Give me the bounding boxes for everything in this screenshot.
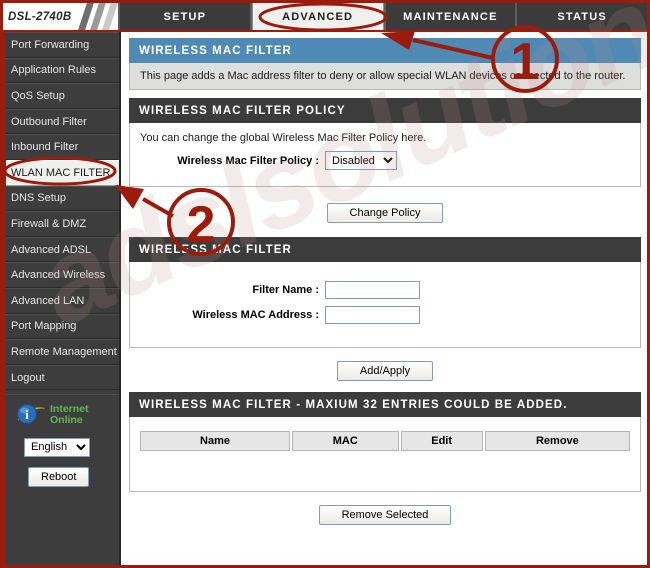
connection-status-row: i Internet Online — [6, 401, 119, 429]
main-content: WIRELESS MAC FILTER This page adds a Mac… — [123, 34, 647, 565]
filter-name-input[interactable] — [325, 281, 420, 299]
sidebar-item-port-forwarding[interactable]: Port Forwarding — [6, 32, 119, 58]
sidebar-item-remote-management[interactable]: Remote Management — [6, 339, 119, 365]
column-header-remove: Remove — [485, 431, 630, 451]
column-header-edit: Edit — [401, 431, 483, 451]
sidebar-item-outbound-filter[interactable]: Outbound Filter — [6, 109, 119, 135]
sidebar-item-application-rules[interactable]: Application Rules — [6, 58, 119, 84]
list-panel-body: Name MAC Edit Remove — [129, 417, 641, 492]
mac-address-label: Wireless MAC Address : — [140, 309, 325, 321]
sidebar-item-port-mapping[interactable]: Port Mapping — [6, 314, 119, 340]
sidebar-item-advanced-lan[interactable]: Advanced LAN — [6, 288, 119, 314]
reboot-button[interactable]: Reboot — [28, 467, 89, 487]
add-apply-button[interactable]: Add/Apply — [337, 361, 433, 381]
mac-address-row: Wireless MAC Address : — [140, 306, 630, 324]
sidebar-item-firewall-dmz[interactable]: Firewall & DMZ — [6, 211, 119, 237]
policy-field-label: Wireless Mac Filter Policy : — [140, 155, 325, 167]
sidebar-item-inbound-filter[interactable]: Inbound Filter — [6, 134, 119, 160]
language-select[interactable]: English — [24, 438, 90, 457]
brand-logo: DSL-2740B — [3, 3, 118, 30]
policy-panel-body: You can change the global Wireless Mac F… — [129, 123, 641, 187]
policy-form-row: Wireless Mac Filter Policy : Disabled — [140, 151, 630, 170]
tab-maintenance[interactable]: MAINTENANCE — [386, 3, 516, 30]
policy-select[interactable]: Disabled — [325, 151, 397, 170]
add-apply-button-row: Add/Apply — [129, 348, 641, 392]
router-admin-page: DSL-2740B SETUP ADVANCED MAINTENANCE STA… — [0, 0, 650, 568]
connection-status-line2: Online — [50, 415, 89, 427]
list-panel-title: WIRELESS MAC FILTER - MAXIUM 32 ENTRIES … — [129, 392, 641, 417]
filter-panel-title: WIRELESS MAC FILTER — [129, 237, 641, 262]
sidebar-item-wlan-mac-filter[interactable]: WLAN MAC FILTER — [6, 160, 119, 186]
intro-panel-description: This page adds a Mac address filter to d… — [129, 63, 641, 90]
sidebar-item-logout[interactable]: Logout — [6, 365, 119, 391]
intro-panel: WIRELESS MAC FILTER This page adds a Mac… — [129, 38, 641, 90]
tab-status[interactable]: STATUS — [517, 3, 647, 30]
filter-panel: WIRELESS MAC FILTER Filter Name : Wirele… — [129, 237, 641, 348]
filter-name-row: Filter Name : — [140, 281, 630, 299]
mac-address-input[interactable] — [325, 306, 420, 324]
list-panel: WIRELESS MAC FILTER - MAXIUM 32 ENTRIES … — [129, 392, 641, 492]
table-header-row: Name MAC Edit Remove — [140, 431, 630, 451]
filter-panel-body: Filter Name : Wireless MAC Address : — [129, 262, 641, 348]
table-empty-area — [138, 453, 632, 483]
connection-status-box: i Internet Online English Reboot — [6, 394, 119, 491]
svg-text:i: i — [25, 407, 29, 422]
column-header-mac: MAC — [292, 431, 398, 451]
sidebar-item-advanced-adsl[interactable]: Advanced ADSL — [6, 237, 119, 263]
remove-selected-button-row: Remove Selected — [129, 492, 641, 536]
remove-selected-button[interactable]: Remove Selected — [319, 505, 452, 525]
policy-panel: WIRELESS MAC FILTER POLICY You can chang… — [129, 98, 641, 187]
change-policy-button-row: Change Policy — [129, 187, 641, 237]
policy-description: You can change the global Wireless Mac F… — [140, 132, 630, 144]
tab-setup[interactable]: SETUP — [120, 3, 250, 30]
column-header-name: Name — [140, 431, 290, 451]
language-select-wrapper: English — [24, 437, 119, 457]
sidebar: Port Forwarding Application Rules QoS Se… — [3, 32, 121, 565]
top-navigation-bar: DSL-2740B SETUP ADVANCED MAINTENANCE STA… — [3, 3, 647, 32]
spacer — [129, 90, 641, 98]
policy-panel-title: WIRELESS MAC FILTER POLICY — [129, 98, 641, 123]
sidebar-item-advanced-wireless[interactable]: Advanced Wireless — [6, 262, 119, 288]
connection-status-label: Internet Online — [50, 404, 89, 427]
change-policy-button[interactable]: Change Policy — [327, 203, 444, 223]
sidebar-item-qos-setup[interactable]: QoS Setup — [6, 83, 119, 109]
brand-model-label: DSL-2740B — [3, 11, 71, 23]
filter-name-label: Filter Name : — [140, 284, 325, 296]
intro-panel-title: WIRELESS MAC FILTER — [129, 38, 641, 63]
reboot-button-wrapper: Reboot — [28, 467, 119, 487]
mac-filter-table: Name MAC Edit Remove — [138, 429, 632, 453]
sidebar-item-dns-setup[interactable]: DNS Setup — [6, 186, 119, 212]
info-globe-icon: i — [14, 401, 48, 429]
tab-advanced[interactable]: ADVANCED — [252, 3, 384, 30]
